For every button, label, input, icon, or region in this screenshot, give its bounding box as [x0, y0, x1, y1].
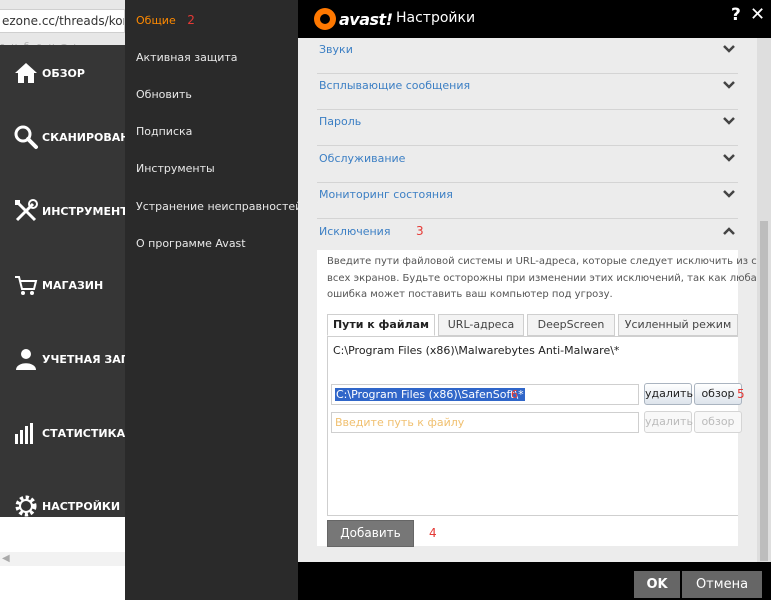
chevron-up-icon: [723, 227, 735, 235]
description-line: Введите пути файловой системы и URL-адре…: [327, 256, 771, 267]
avast-ball-icon: [314, 8, 336, 30]
annotation-mark: 6: [511, 388, 518, 401]
chevron-down-icon: [723, 117, 735, 125]
tab-url-addresses[interactable]: URL-адреса: [438, 314, 524, 336]
tab-file-paths[interactable]: Пути к файлам: [327, 314, 435, 336]
browser-horizontal-scrollbar[interactable]: ◀: [0, 552, 125, 566]
description-line: ошибка может поставить ваш компьютер под…: [327, 289, 613, 300]
accordion-maintenance[interactable]: Обслуживание: [317, 147, 738, 183]
category-subscription[interactable]: Подписка: [136, 125, 192, 138]
category-update[interactable]: Обновить: [136, 88, 192, 101]
category-active-protection[interactable]: Активная защита: [136, 51, 238, 64]
nav-item-label: СКАНИРОВАНИЕ: [42, 130, 125, 144]
exclusions-panel: Введите пути файловой системы и URL-адре…: [317, 250, 771, 547]
magnifier-icon: [14, 125, 38, 149]
annotation-mark: 4: [429, 526, 437, 540]
scroll-left-icon[interactable]: ◀: [2, 553, 10, 564]
category-about[interactable]: О программе Avast: [136, 237, 246, 250]
close-button[interactable]: ✕: [750, 4, 765, 25]
annotation-mark: 2: [187, 13, 195, 27]
chevron-down-icon: [723, 154, 735, 162]
home-icon: [15, 63, 37, 83]
nav-item-scan[interactable]: СКАНИРОВАНИЕ: [0, 117, 125, 157]
window-title: Настройки: [396, 10, 476, 26]
accordion-label: Мониторинг состояния: [319, 188, 453, 201]
nav-item-store[interactable]: МАГАЗИН: [0, 265, 125, 305]
nav-item-label: УЧЕТНАЯ ЗАПИСЬ: [42, 352, 125, 366]
nav-item-label: НАСТРОЙКИ: [42, 499, 121, 513]
path-input-editing[interactable]: C:\Program Files (x86)\SafenSoft\* 6: [331, 384, 639, 405]
exclusions-description: Введите пути файловой системы и URL-адре…: [327, 254, 771, 304]
nav-item-account[interactable]: УЧЕТНАЯ ЗАПИСЬ: [0, 339, 125, 379]
settings-window: avast! Настройки ? ✕ Звуки Всплывающие с…: [298, 0, 771, 600]
category-tools[interactable]: Инструменты: [136, 162, 215, 175]
delete-button[interactable]: удалить: [644, 383, 693, 405]
accordion-label: Обслуживание: [319, 152, 406, 165]
annotation-mark: 5: [737, 387, 745, 401]
nav-item-overview[interactable]: ОБЗОР: [0, 53, 125, 93]
nav-item-label: ОБЗОР: [42, 66, 85, 80]
bar-chart-icon: [15, 423, 33, 444]
accordion-label: Звуки: [319, 43, 353, 56]
browser-address-bar[interactable]: ezone.cc/threads/kompa: [0, 9, 125, 33]
ok-button[interactable]: OK: [634, 571, 680, 598]
category-troubleshooting[interactable]: Устранение неисправностей: [136, 200, 302, 213]
category-general[interactable]: Общие 2: [136, 13, 195, 27]
add-button[interactable]: Добавить: [327, 520, 414, 547]
tab-deepscreen[interactable]: DeepScreen: [527, 314, 615, 336]
browser-page-bottom: ◀: [0, 517, 125, 600]
browse-button-disabled[interactable]: обзор: [694, 411, 742, 433]
user-icon: [16, 349, 36, 370]
settings-content: Звуки Всплывающие сообщения Пароль Обслу…: [298, 38, 771, 562]
settings-categories: Общие 2 Активная защита Обновить Подписк…: [125, 0, 302, 600]
annotation-mark: 3: [416, 224, 424, 238]
chevron-down-icon: [723, 190, 735, 198]
help-button[interactable]: ?: [731, 5, 741, 25]
title-bar: avast! Настройки ? ✕: [298, 0, 771, 38]
tab-hardened-mode[interactable]: Усиленный режим: [618, 314, 738, 336]
selected-path-text: C:\Program Files (x86)\SafenSoft\*: [335, 388, 525, 401]
nav-item-tools[interactable]: ИНСТРУМЕНТЫ: [0, 191, 125, 231]
nav-item-label: СТАТИСТИКА: [42, 426, 125, 440]
accordion-popups[interactable]: Всплывающие сообщения: [317, 74, 738, 110]
nav-item-settings[interactable]: НАСТРОЙКИ 1: [0, 486, 125, 526]
category-label: Общие: [136, 14, 176, 27]
main-navigation: ОБЗОР СКАНИРОВАНИЕ ИНСТРУМЕНТЫ МАГАЗИН У…: [0, 45, 125, 517]
tools-icon: [15, 199, 38, 222]
accordion-exclusions[interactable]: Исключения 3: [317, 220, 738, 250]
avast-logo: avast!: [314, 6, 393, 32]
exclusion-tabs: Пути к файлам URL-адреса DeepScreen Усил…: [327, 314, 738, 336]
chevron-down-icon: [723, 81, 735, 89]
existing-path[interactable]: C:\Program Files (x86)\Malwarebytes Anti…: [333, 344, 619, 357]
description-line: всех экранов. Будьте осторожны при измен…: [327, 272, 763, 284]
accordion-password[interactable]: Пароль: [317, 110, 738, 146]
browse-button[interactable]: обзор: [694, 383, 742, 405]
delete-button-disabled[interactable]: удалить: [644, 411, 693, 433]
avast-logo-text: avast!: [339, 9, 393, 29]
accordion-label: Исключения: [319, 225, 391, 238]
nav-item-label: МАГАЗИН: [42, 278, 104, 292]
nav-item-label: ИНСТРУМЕНТЫ: [42, 204, 125, 218]
accordion-label: Всплывающие сообщения: [319, 79, 471, 92]
scrollbar-thumb[interactable]: [760, 221, 768, 561]
accordion-label: Пароль: [319, 115, 362, 128]
accordion-status-monitoring[interactable]: Мониторинг состояния: [317, 183, 738, 219]
cart-icon: [15, 276, 38, 295]
nav-item-statistics[interactable]: СТАТИСТИКА: [0, 413, 125, 453]
accordion-sounds[interactable]: Звуки: [317, 38, 738, 74]
file-paths-pane: C:\Program Files (x86)\Malwarebytes Anti…: [327, 336, 745, 516]
chevron-down-icon: [723, 45, 735, 53]
gear-icon: [15, 495, 37, 517]
path-input-new[interactable]: Введите путь к файлу: [331, 412, 639, 433]
vertical-scrollbar[interactable]: [757, 38, 771, 562]
cancel-button[interactable]: Отмена: [682, 571, 762, 598]
